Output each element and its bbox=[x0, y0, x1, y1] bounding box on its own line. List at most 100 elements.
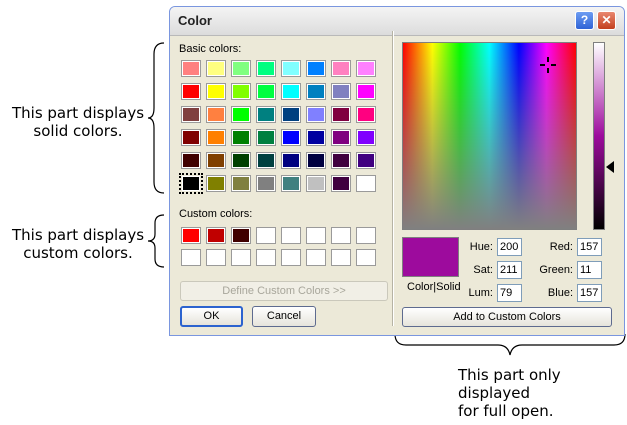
basic-color-swatch[interactable] bbox=[256, 83, 276, 100]
basic-color-swatch[interactable] bbox=[281, 175, 301, 192]
annotation-custom-colors: This part displays custom colors. bbox=[3, 226, 153, 262]
custom-color-swatch[interactable] bbox=[181, 249, 201, 266]
luminosity-slider[interactable] bbox=[593, 42, 605, 230]
ok-button[interactable]: OK bbox=[180, 306, 243, 327]
basic-color-swatch[interactable] bbox=[256, 60, 276, 77]
basic-color-swatch[interactable] bbox=[181, 106, 201, 123]
lum-field[interactable]: 79 bbox=[497, 284, 522, 302]
basic-color-swatch[interactable] bbox=[206, 152, 226, 169]
basic-color-swatch[interactable] bbox=[281, 129, 301, 146]
annotation-text: displayed bbox=[458, 384, 531, 402]
basic-color-swatch[interactable] bbox=[306, 129, 326, 146]
basic-color-swatch[interactable] bbox=[256, 106, 276, 123]
annotation-full-open: This part only displayed for full open. bbox=[447, 366, 561, 420]
basic-color-swatch[interactable] bbox=[331, 129, 351, 146]
basic-color-swatch[interactable] bbox=[231, 175, 251, 192]
hue-label: Hue: bbox=[469, 241, 493, 253]
basic-color-swatch[interactable] bbox=[356, 106, 376, 123]
custom-color-swatch[interactable] bbox=[306, 249, 326, 266]
brace-custom bbox=[147, 214, 165, 268]
basic-color-swatch[interactable] bbox=[356, 60, 376, 77]
custom-color-swatch[interactable] bbox=[281, 249, 301, 266]
define-custom-colors-button[interactable]: Define Custom Colors >> bbox=[180, 281, 388, 301]
custom-color-swatch[interactable] bbox=[306, 227, 326, 244]
sat-field[interactable]: 211 bbox=[497, 261, 522, 279]
crosshair-icon bbox=[540, 57, 556, 73]
luminosity-arrow-icon[interactable] bbox=[606, 161, 614, 173]
custom-colors-label: Custom colors: bbox=[179, 208, 253, 220]
basic-color-swatch[interactable] bbox=[306, 175, 326, 192]
custom-color-swatch[interactable] bbox=[231, 249, 251, 266]
basic-color-swatch[interactable] bbox=[256, 175, 276, 192]
lum-label: Lum: bbox=[468, 287, 493, 299]
brace-full-open bbox=[394, 333, 626, 356]
basic-color-swatch[interactable] bbox=[181, 83, 201, 100]
basic-color-swatch[interactable] bbox=[331, 106, 351, 123]
custom-color-swatch[interactable] bbox=[181, 227, 201, 244]
basic-color-swatch[interactable] bbox=[231, 60, 251, 77]
basic-color-swatch[interactable] bbox=[281, 83, 301, 100]
cancel-button[interactable]: Cancel bbox=[252, 306, 316, 327]
add-to-custom-colors-button[interactable]: Add to Custom Colors bbox=[402, 307, 612, 327]
annotation-text: for full open. bbox=[458, 402, 554, 420]
basic-color-swatch[interactable] bbox=[306, 152, 326, 169]
basic-color-swatch[interactable] bbox=[231, 83, 251, 100]
custom-color-swatch[interactable] bbox=[206, 249, 226, 266]
custom-color-swatch[interactable] bbox=[281, 227, 301, 244]
basic-color-swatch[interactable] bbox=[231, 129, 251, 146]
basic-color-swatch[interactable] bbox=[356, 152, 376, 169]
annotation-text: solid colors. bbox=[33, 122, 123, 140]
custom-color-swatch[interactable] bbox=[256, 249, 276, 266]
red-label: Red: bbox=[549, 241, 573, 253]
basic-color-swatch[interactable] bbox=[206, 129, 226, 146]
sat-label: Sat: bbox=[473, 264, 493, 276]
basic-color-swatch[interactable] bbox=[356, 83, 376, 100]
custom-color-swatch[interactable] bbox=[356, 249, 376, 266]
basic-color-swatch[interactable] bbox=[179, 173, 203, 194]
color-preview bbox=[402, 237, 459, 277]
custom-color-swatch[interactable] bbox=[256, 227, 276, 244]
basic-color-swatch[interactable] bbox=[206, 83, 226, 100]
basic-color-swatch[interactable] bbox=[256, 129, 276, 146]
hue-field[interactable]: 200 bbox=[497, 238, 522, 256]
basic-colors-label: Basic colors: bbox=[179, 43, 242, 55]
green-field[interactable]: 11 bbox=[577, 261, 602, 279]
basic-color-swatch[interactable] bbox=[206, 106, 226, 123]
annotation-text: This part displays bbox=[11, 104, 145, 122]
basic-color-swatch[interactable] bbox=[281, 152, 301, 169]
basic-color-swatch[interactable] bbox=[281, 106, 301, 123]
basic-color-swatch[interactable] bbox=[306, 60, 326, 77]
basic-color-swatch[interactable] bbox=[231, 106, 251, 123]
custom-color-swatch[interactable] bbox=[331, 227, 351, 244]
basic-color-swatch[interactable] bbox=[181, 129, 201, 146]
close-button[interactable]: ✕ bbox=[597, 11, 616, 30]
custom-color-swatch[interactable] bbox=[356, 227, 376, 244]
custom-color-swatch[interactable] bbox=[231, 227, 251, 244]
dialog-title: Color bbox=[178, 13, 212, 28]
annotation-text: This part displays bbox=[11, 226, 145, 244]
basic-color-swatch[interactable] bbox=[181, 60, 201, 77]
basic-color-swatch[interactable] bbox=[206, 60, 226, 77]
basic-color-swatch[interactable] bbox=[356, 129, 376, 146]
title-bar[interactable]: Color ? ✕ bbox=[170, 7, 624, 36]
blue-field[interactable]: 157 bbox=[577, 284, 602, 302]
panel-divider bbox=[392, 31, 394, 326]
basic-color-swatch[interactable] bbox=[181, 152, 201, 169]
basic-color-swatch[interactable] bbox=[331, 83, 351, 100]
brace-basic bbox=[147, 42, 165, 194]
basic-color-swatch[interactable] bbox=[256, 152, 276, 169]
basic-color-swatch[interactable] bbox=[306, 106, 326, 123]
basic-color-swatch[interactable] bbox=[231, 152, 251, 169]
basic-color-swatch[interactable] bbox=[356, 175, 376, 192]
red-field[interactable]: 157 bbox=[577, 238, 602, 256]
basic-color-swatch[interactable] bbox=[331, 60, 351, 77]
basic-color-swatch[interactable] bbox=[331, 152, 351, 169]
custom-color-swatch[interactable] bbox=[331, 249, 351, 266]
basic-color-swatch[interactable] bbox=[306, 83, 326, 100]
basic-color-swatch[interactable] bbox=[206, 175, 226, 192]
help-button[interactable]: ? bbox=[575, 11, 594, 30]
custom-color-swatch[interactable] bbox=[206, 227, 226, 244]
basic-color-swatch[interactable] bbox=[331, 175, 351, 192]
green-label: Green: bbox=[539, 264, 573, 276]
basic-color-swatch[interactable] bbox=[281, 60, 301, 77]
